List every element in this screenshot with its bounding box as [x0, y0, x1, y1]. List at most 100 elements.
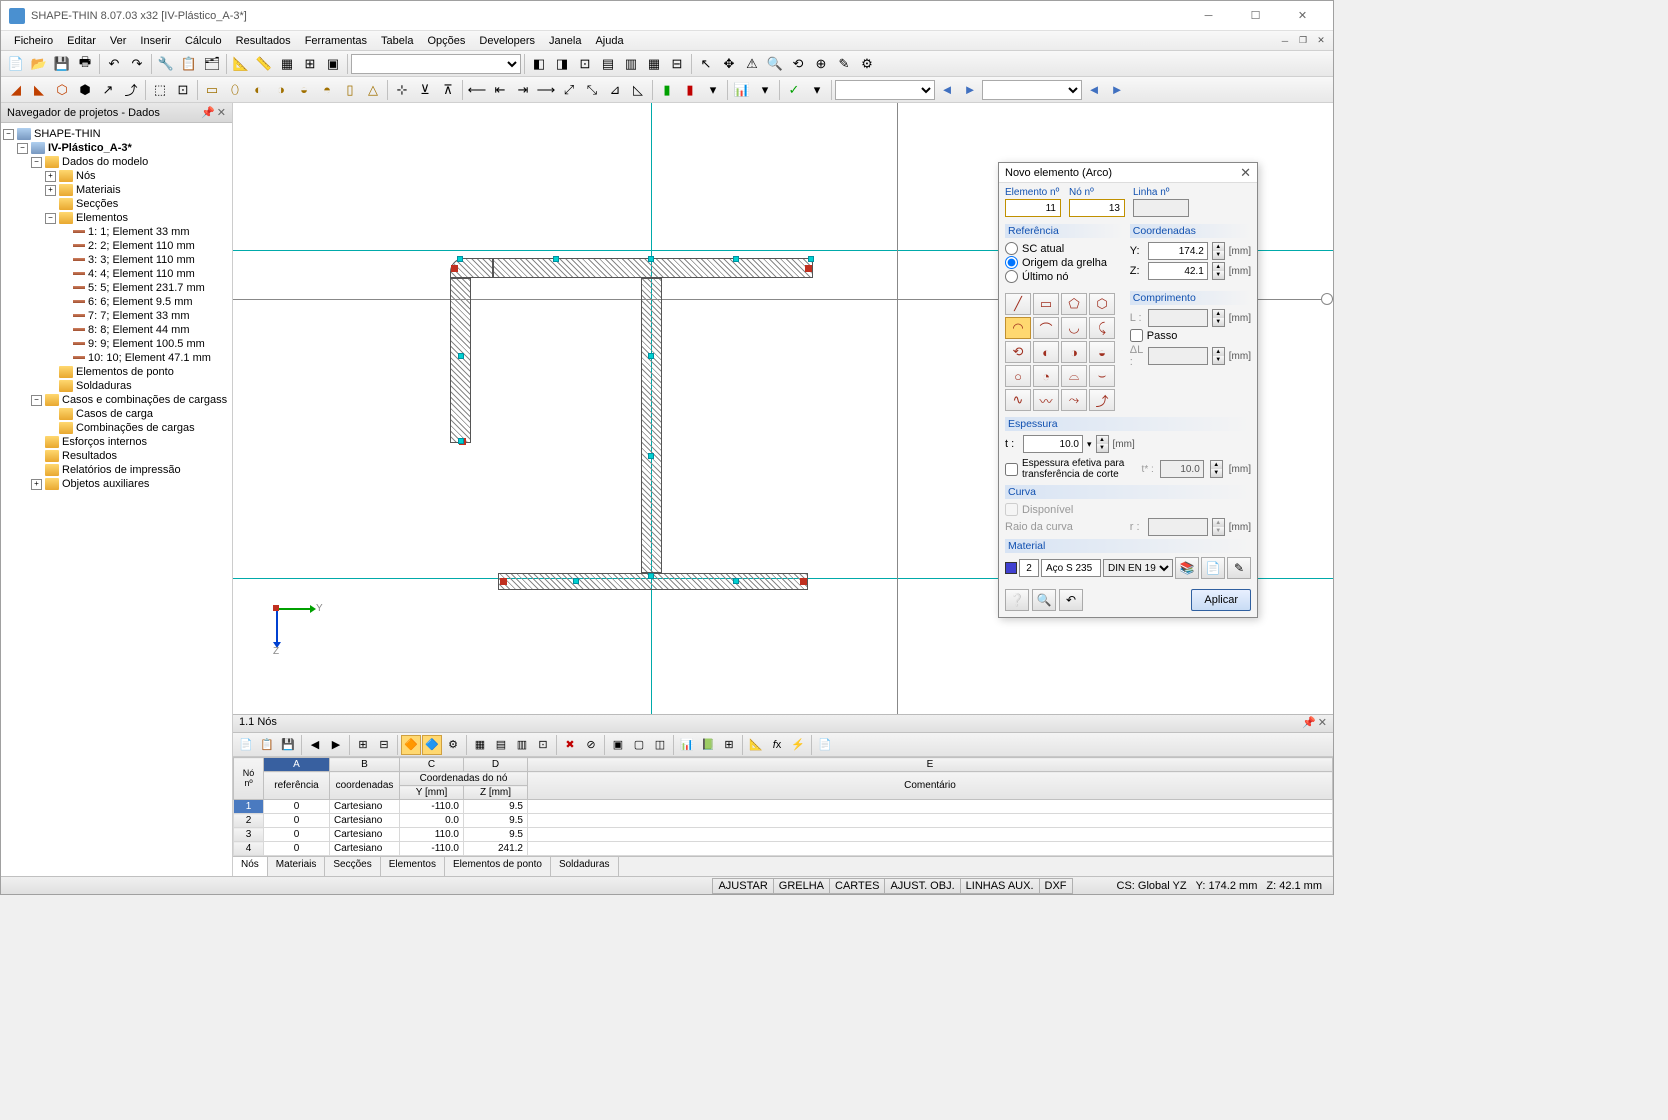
- passo-check[interactable]: Passo: [1130, 329, 1251, 342]
- bp-q[interactable]: ▣: [608, 735, 628, 755]
- bp-d[interactable]: ◀: [305, 735, 325, 755]
- tool-12[interactable]: ◒: [1089, 341, 1115, 363]
- t2-k3[interactable]: ⇥: [512, 79, 534, 101]
- bp-u[interactable]: 📗: [698, 735, 718, 755]
- bp-l[interactable]: ▤: [491, 735, 511, 755]
- t2-m2[interactable]: ▾: [754, 79, 776, 101]
- tb-j6[interactable]: ⊕: [810, 53, 832, 75]
- mat-num[interactable]: [1019, 559, 1039, 577]
- sidebar-pin[interactable]: 📌: [201, 106, 215, 119]
- bp-e[interactable]: ▶: [326, 735, 346, 755]
- y-input[interactable]: [1148, 242, 1208, 260]
- menu-ver[interactable]: Ver: [103, 33, 134, 49]
- eff-check[interactable]: Espessura efetiva para transferência de …: [1005, 458, 1136, 480]
- tb-b[interactable]: 📋: [178, 53, 200, 75]
- tree-element[interactable]: 1: 1; Element 33 mm: [3, 225, 230, 239]
- z-input[interactable]: [1148, 262, 1208, 280]
- tb-print[interactable]: 🖶: [74, 53, 96, 75]
- tool-11[interactable]: ◑: [1061, 341, 1087, 363]
- menu-ficheiro[interactable]: Ficheiro: [7, 33, 60, 49]
- tool-15[interactable]: ⌓: [1061, 365, 1087, 387]
- t2-j3[interactable]: ⊼: [437, 79, 459, 101]
- tool-16[interactable]: ⌣: [1089, 365, 1115, 387]
- tool-4[interactable]: ⬡: [1089, 293, 1115, 315]
- tb-j2[interactable]: ✥: [718, 53, 740, 75]
- tb-a[interactable]: 🔧: [155, 53, 177, 75]
- tb-i4[interactable]: ▤: [597, 53, 619, 75]
- table-row[interactable]: 30Cartesiano110.09.5: [234, 828, 1333, 842]
- tb-open[interactable]: 📂: [28, 53, 50, 75]
- bp-y[interactable]: ⚡: [788, 735, 808, 755]
- menu-calculo[interactable]: Cálculo: [178, 33, 229, 49]
- tool-rect[interactable]: ▭: [1033, 293, 1059, 315]
- bp-s[interactable]: ◫: [650, 735, 670, 755]
- t2-i8[interactable]: △: [362, 79, 384, 101]
- mat-lib-btn[interactable]: 📚: [1175, 557, 1199, 579]
- sidebar-close[interactable]: ✕: [217, 106, 226, 119]
- t2-g[interactable]: ⬚: [149, 79, 171, 101]
- t2-n1[interactable]: ✓: [783, 79, 805, 101]
- tool-14[interactable]: ◔: [1033, 365, 1059, 387]
- bp-b[interactable]: 📋: [257, 735, 277, 755]
- reset-btn[interactable]: ↶: [1059, 589, 1083, 611]
- bp-k[interactable]: ▦: [470, 735, 490, 755]
- bp-n[interactable]: ⊡: [533, 735, 553, 755]
- t2-i1[interactable]: ▭: [201, 79, 223, 101]
- tab-materiais[interactable]: Materiais: [268, 857, 326, 876]
- zoom-btn[interactable]: 🔍: [1032, 589, 1056, 611]
- menu-inserir[interactable]: Inserir: [133, 33, 178, 49]
- bp-i[interactable]: 🔷: [422, 735, 442, 755]
- mat-new-btn[interactable]: 📄: [1201, 557, 1225, 579]
- tree-element[interactable]: 4: 4; Element 110 mm: [3, 267, 230, 281]
- tb-combo-1[interactable]: [351, 54, 521, 74]
- bp-c[interactable]: 💾: [278, 735, 298, 755]
- tool-arc[interactable]: ◠: [1005, 317, 1031, 339]
- menu-janela[interactable]: Janela: [542, 33, 588, 49]
- tb-h[interactable]: ▣: [322, 53, 344, 75]
- tab-elementos[interactable]: Elementos: [381, 857, 445, 876]
- menu-developers[interactable]: Developers: [472, 33, 542, 49]
- mdi-min[interactable]: ─: [1277, 34, 1293, 48]
- tree-element[interactable]: 10: 10; Element 47.1 mm: [3, 351, 230, 365]
- t2-l3[interactable]: ▾: [702, 79, 724, 101]
- t2-j1[interactable]: ⊹: [391, 79, 413, 101]
- tb-j1[interactable]: ↖: [695, 53, 717, 75]
- bp-j[interactable]: ⚙: [443, 735, 463, 755]
- tool-13[interactable]: ○: [1005, 365, 1031, 387]
- mdi-restore[interactable]: ❐: [1295, 34, 1311, 48]
- t2-e[interactable]: ↗: [97, 79, 119, 101]
- tool-poly[interactable]: ⬠: [1061, 293, 1087, 315]
- tb-j8[interactable]: ⚙: [856, 53, 878, 75]
- mat-name[interactable]: [1041, 559, 1101, 577]
- radio-last[interactable]: Último nó: [1005, 270, 1124, 283]
- tb-g[interactable]: ⊞: [299, 53, 321, 75]
- t2-c[interactable]: ⬡: [51, 79, 73, 101]
- minimize-button[interactable]: ─: [1186, 2, 1231, 30]
- t2-a[interactable]: ◢: [5, 79, 27, 101]
- bp-z[interactable]: 📄: [815, 735, 835, 755]
- data-grid[interactable]: Nónº A B C D E referência coordenadas Co…: [233, 757, 1333, 856]
- tb-f[interactable]: ▦: [276, 53, 298, 75]
- t2-next2[interactable]: ►: [1106, 79, 1128, 101]
- tb-i3[interactable]: ⊡: [574, 53, 596, 75]
- t2-i7[interactable]: ▯: [339, 79, 361, 101]
- mat-edit-btn[interactable]: ✎: [1227, 557, 1251, 579]
- tb-j4[interactable]: 🔍: [764, 53, 786, 75]
- t2-k5[interactable]: ⤢: [558, 79, 580, 101]
- bp-v[interactable]: ⊞: [719, 735, 739, 755]
- tb-i5[interactable]: ▥: [620, 53, 642, 75]
- bp-h[interactable]: 🔶: [401, 735, 421, 755]
- tool-20[interactable]: ⤴: [1089, 389, 1115, 411]
- t-input[interactable]: [1023, 435, 1083, 453]
- t2-n2[interactable]: ▾: [806, 79, 828, 101]
- tool-17[interactable]: ∿: [1005, 389, 1031, 411]
- tb-save[interactable]: 💾: [51, 53, 73, 75]
- table-row[interactable]: 20Cartesiano0.09.5: [234, 814, 1333, 828]
- tree-element[interactable]: 8: 8; Element 44 mm: [3, 323, 230, 337]
- radio-sc[interactable]: SC atual: [1005, 242, 1124, 255]
- bp-t[interactable]: 📊: [677, 735, 697, 755]
- tb-undo[interactable]: ↶: [103, 53, 125, 75]
- menu-ajuda[interactable]: Ajuda: [588, 33, 630, 49]
- tb-i1[interactable]: ◧: [528, 53, 550, 75]
- tb-j3[interactable]: ⚠: [741, 53, 763, 75]
